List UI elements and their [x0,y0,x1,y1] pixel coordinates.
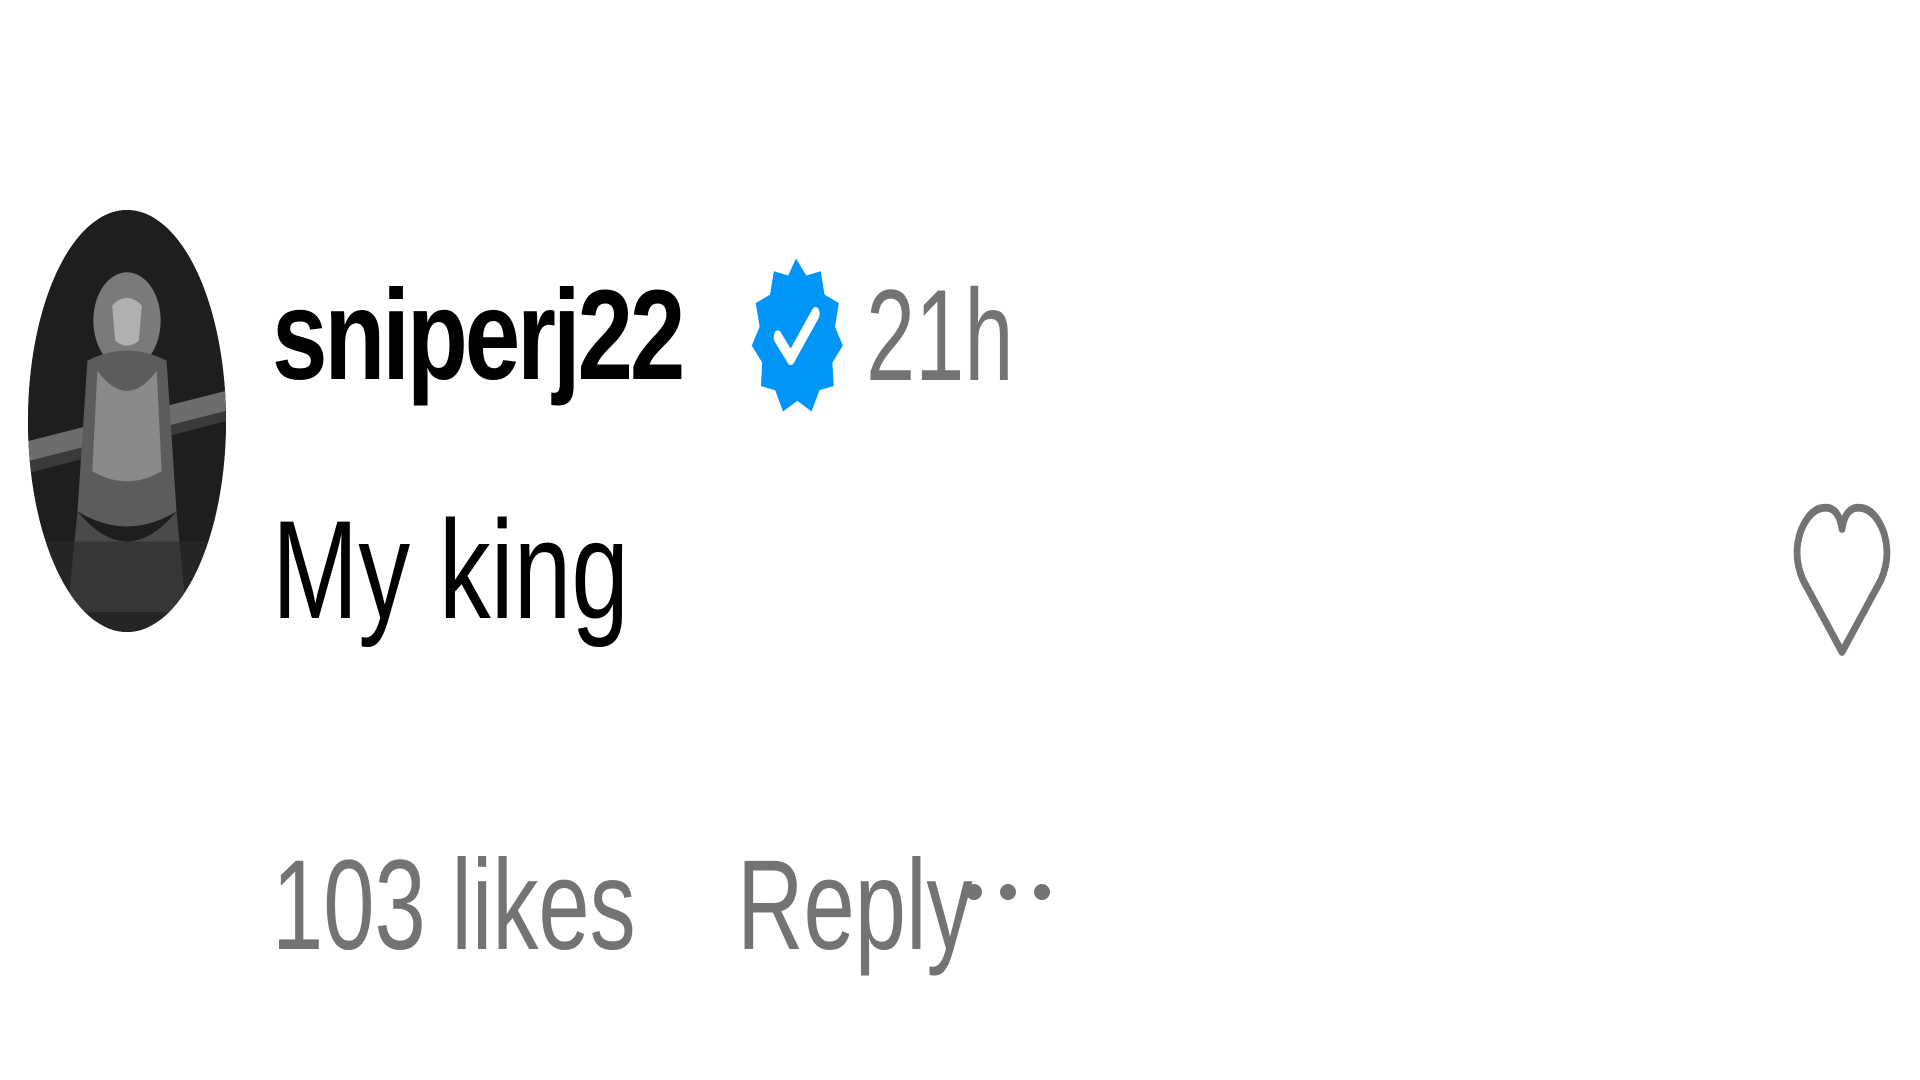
avatar[interactable] [28,210,226,632]
timestamp[interactable]: 21h [866,260,1013,410]
reply-button[interactable]: Reply [737,832,973,979]
comment-item: sniperj22 21h My king 103 likes Reply [0,0,1920,1080]
avatar-image [28,210,226,632]
comment-text: My king [272,491,629,648]
comment-header: sniperj22 21h [272,240,1083,430]
comment-actions: 103 likes Reply [272,830,1064,980]
username-link[interactable]: sniperj22 [272,262,685,409]
more-options-icon[interactable] [960,862,1056,922]
heart-outline-icon[interactable] [1790,490,1894,670]
likes-count-button[interactable]: 103 likes [272,832,636,979]
verified-badge-icon [744,250,848,420]
